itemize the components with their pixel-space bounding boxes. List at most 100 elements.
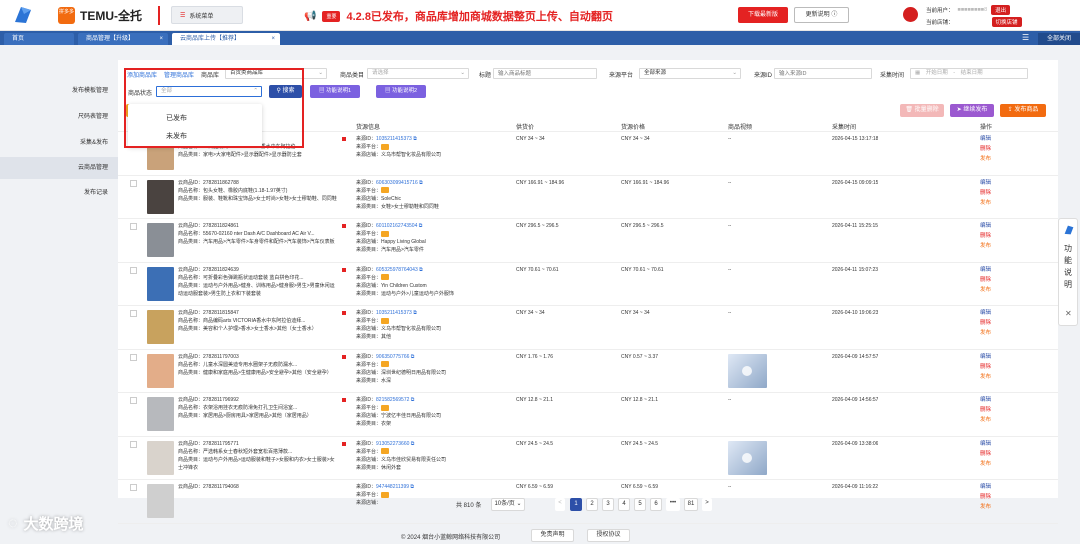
sidebar-item-template[interactable]: 发布模板管理 <box>0 80 118 102</box>
source-id-link[interactable]: 1035211415373 <box>376 136 412 142</box>
license-button[interactable]: 授权协议 <box>587 529 630 542</box>
product-name[interactable]: 商品名称：严选韩系女士春秋短外套宽松百搭薄款... <box>178 448 338 456</box>
title-input[interactable] <box>493 68 597 79</box>
product-name[interactable]: 商品名称：55670-02160 nter Dash A/C Dashboard… <box>178 230 338 238</box>
copy-icon[interactable]: ⧉ <box>413 310 417 316</box>
switch-store-button[interactable]: 切换店铺 <box>991 17 1022 27</box>
product-image[interactable] <box>147 310 174 344</box>
sidebar-item-publish-log[interactable]: 发布记录 <box>0 182 118 204</box>
product-video[interactable] <box>728 353 767 388</box>
product-name[interactable]: 商品名称：衣架浴用挂衣无痕防滑免打孔卫生间浴室... <box>178 404 338 412</box>
copy-icon[interactable]: ⧉ <box>411 441 415 447</box>
product-name[interactable]: 商品名称：包头女鞋、橡胶内底鞋(1.18-1.97英寸) <box>178 187 338 195</box>
copy-icon[interactable]: ⧉ <box>413 136 417 142</box>
product-name[interactable]: 商品名称：商品编码arts VICTORIA香水中东阿拉伯迪拜... <box>178 317 338 325</box>
copy-icon[interactable]: ⧉ <box>419 267 423 273</box>
source-id-link[interactable]: 606303099415716 <box>376 180 418 186</box>
edit-link[interactable]: 编辑 <box>980 265 991 275</box>
feature-guide-1-button[interactable]: ▤ 功能说明1 <box>310 85 360 98</box>
search-button[interactable]: ⚲ 搜索 <box>269 85 302 98</box>
tab-cloud-upload[interactable]: 云商品库上传【推荐】 × <box>172 33 280 45</box>
publish-link[interactable]: 发布 <box>980 198 991 208</box>
download-latest-button[interactable]: 下载最新版 <box>738 7 788 23</box>
status-option-published[interactable]: 已发布 <box>166 113 187 123</box>
floating-help-panel[interactable]: 功能说明 ✕ <box>1058 218 1078 326</box>
copy-icon[interactable]: ⧉ <box>411 354 415 360</box>
continue-publish-button[interactable]: ➤ 继续发布 <box>950 104 994 117</box>
publish-link[interactable]: 发布 <box>980 502 991 512</box>
row-checkbox[interactable] <box>130 353 137 361</box>
page-3-button[interactable]: 3 <box>602 498 614 511</box>
source-id-link[interactable]: 601102162743504 <box>376 223 417 229</box>
publish-link[interactable]: 发布 <box>980 285 991 295</box>
publish-link[interactable]: 发布 <box>980 154 991 164</box>
row-checkbox[interactable] <box>130 397 137 404</box>
edit-link[interactable]: 编辑 <box>980 439 991 449</box>
row-checkbox[interactable] <box>130 310 137 317</box>
disclaimer-button[interactable]: 免责声明 <box>531 529 574 542</box>
edit-link[interactable]: 编辑 <box>980 178 991 188</box>
source-id-link[interactable]: 605325978764043 <box>376 267 418 273</box>
close-icon[interactable]: ✕ <box>1065 309 1072 318</box>
product-video[interactable] <box>728 440 767 475</box>
avatar[interactable] <box>903 7 918 22</box>
next-page-button[interactable]: > <box>702 498 712 511</box>
update-notes-button[interactable]: 更新说明 ⓘ <box>794 7 849 23</box>
delete-link[interactable]: 删除 <box>980 144 991 154</box>
edit-link[interactable]: 编辑 <box>980 221 991 231</box>
close-icon[interactable]: × <box>271 33 275 45</box>
edit-link[interactable]: 编辑 <box>980 395 991 405</box>
collect-time-range[interactable]: ▦ 开始日期 - 结束日期 <box>910 68 1028 79</box>
copy-icon[interactable]: ⧉ <box>419 180 423 186</box>
library-select[interactable]: 百货类商品库 ⌄ <box>225 68 327 79</box>
batch-delete-button[interactable]: 🗑 批量删除 <box>900 104 944 117</box>
publish-link[interactable]: 发布 <box>980 328 991 338</box>
source-id-link[interactable]: 913052273660 <box>376 441 409 447</box>
row-checkbox[interactable] <box>130 484 137 491</box>
product-name[interactable]: 商品名称：可折叠彩色弹跳瓶状运动套装 蓝白拼色印花... <box>178 274 338 282</box>
product-image[interactable] <box>147 484 174 518</box>
page-4-button[interactable]: 4 <box>618 498 630 511</box>
edit-link[interactable]: 编辑 <box>980 308 991 318</box>
close-all-tabs-button[interactable]: 全部关闭 <box>1038 33 1080 45</box>
source-id-input[interactable] <box>774 68 872 79</box>
tab-product-manage[interactable]: 商品管理【升级】 × <box>78 33 168 45</box>
category-select[interactable]: 请选择 ⌄ <box>367 68 469 79</box>
row-checkbox[interactable] <box>130 440 137 448</box>
sidebar-item-cloud-products[interactable]: 云商品管理 <box>0 157 118 179</box>
add-library-link[interactable]: 添加商品库 <box>127 70 157 79</box>
prev-page-button[interactable]: < <box>555 498 565 511</box>
product-name[interactable]: 商品名称：儿童水深圆美迪专用水圈架子无痕防漏水... <box>178 361 338 369</box>
delete-link[interactable]: 删除 <box>980 275 991 285</box>
publish-product-button[interactable]: ⇪ 发布商品 <box>1000 104 1046 117</box>
product-image[interactable] <box>147 266 174 301</box>
close-icon[interactable]: × <box>159 33 163 45</box>
edit-link[interactable]: 编辑 <box>980 352 991 362</box>
publish-link[interactable]: 发布 <box>980 241 991 251</box>
row-checkbox[interactable] <box>130 223 137 230</box>
tab-home[interactable]: 首页 <box>4 33 74 45</box>
publish-link[interactable]: 发布 <box>980 372 991 382</box>
publish-link[interactable]: 发布 <box>980 415 991 425</box>
product-image[interactable] <box>147 353 174 388</box>
delete-link[interactable]: 删除 <box>980 492 991 502</box>
status-select[interactable]: 全部 ⌃ <box>156 86 262 97</box>
delete-link[interactable]: 删除 <box>980 449 991 459</box>
page-5-button[interactable]: 5 <box>634 498 646 511</box>
edit-link[interactable]: 编辑 <box>980 482 991 492</box>
product-image[interactable] <box>147 179 174 214</box>
source-id-link[interactable]: 906350775766 <box>376 354 409 360</box>
delete-link[interactable]: 删除 <box>980 231 991 241</box>
row-checkbox[interactable] <box>130 266 137 274</box>
source-id-link[interactable]: 821582569572 <box>376 397 409 403</box>
copy-icon[interactable]: ⧉ <box>411 397 415 403</box>
logout-button[interactable]: 退出 <box>991 5 1011 15</box>
page-1-button[interactable]: 1 <box>570 498 582 511</box>
status-option-unpublished[interactable]: 未发布 <box>166 131 187 141</box>
source-id-link[interactable]: 947448211399 <box>376 484 409 490</box>
platform-select[interactable]: 全部来源 ⌄ <box>639 68 741 79</box>
delete-link[interactable]: 删除 <box>980 188 991 198</box>
delete-link[interactable]: 删除 <box>980 405 991 415</box>
page-size-select[interactable]: 10条/页 ⌄ <box>491 498 525 511</box>
feature-guide-2-button[interactable]: ▤ 功能说明2 <box>376 85 426 98</box>
